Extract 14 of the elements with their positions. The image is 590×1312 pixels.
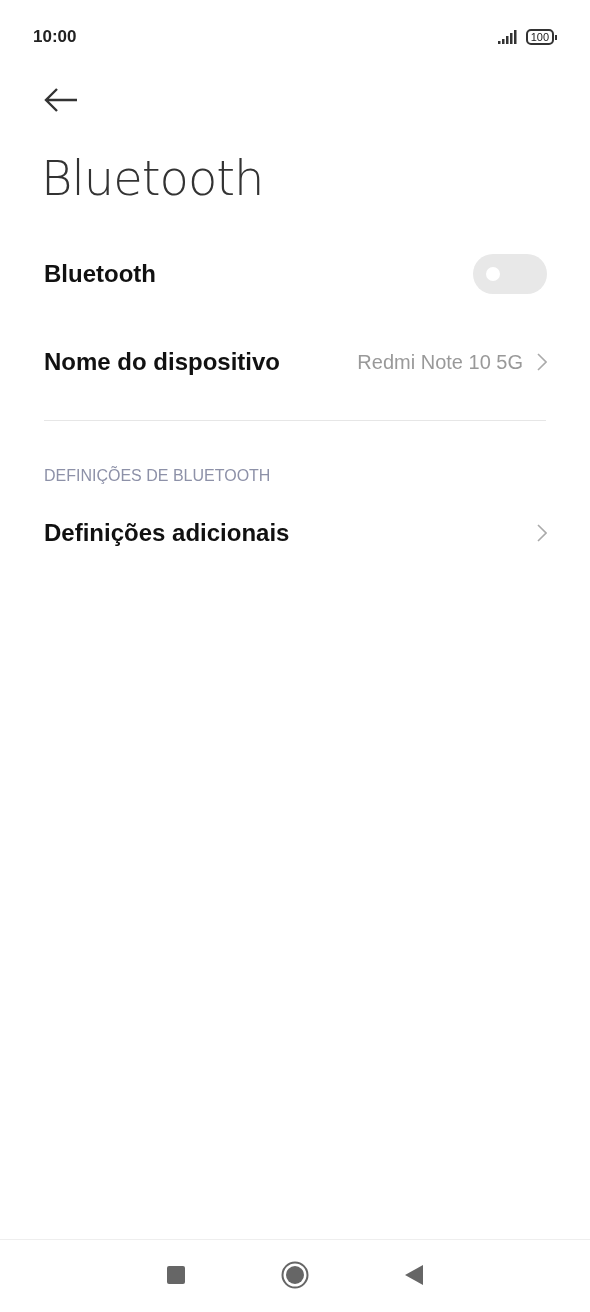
setting-label: Definições adicionais	[44, 519, 290, 547]
back-triangle-icon[interactable]	[405, 1265, 423, 1285]
page-title: Bluetooth	[41, 150, 265, 206]
home-circle-icon[interactable]	[281, 1261, 309, 1289]
setting-label: Nome do dispositivo	[44, 348, 280, 376]
signal-icon	[497, 30, 518, 44]
setting-label: Bluetooth	[44, 260, 156, 288]
chevron-icon	[537, 524, 547, 542]
section-header: DEFINIÇÕES DE BLUETOOTH	[44, 467, 272, 485]
setting-value: Redmi Note 10 5G	[357, 350, 523, 374]
chevron-icon	[537, 353, 547, 371]
back-arrow-icon[interactable]	[44, 86, 78, 114]
status-time: 10:00	[33, 27, 77, 47]
battery-icon: 100	[525, 29, 557, 45]
